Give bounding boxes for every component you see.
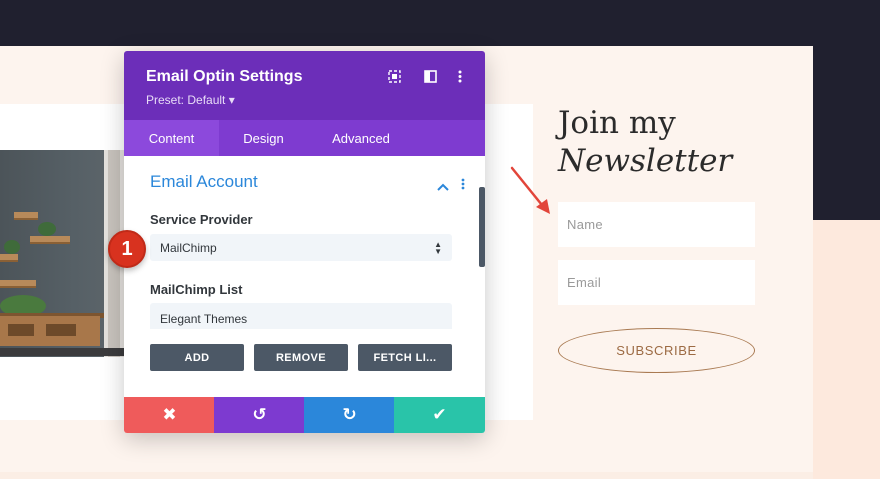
plant <box>4 240 20 254</box>
mailchimp-list-label: MailChimp List <box>150 282 243 297</box>
cabinet-slot <box>46 324 76 336</box>
red-arrow-icon <box>510 166 550 214</box>
service-provider-value: MailChimp <box>160 240 217 255</box>
tab-content[interactable]: Content <box>124 120 219 156</box>
mailchimp-list-value: Elegant Themes <box>160 312 248 326</box>
room-photo <box>0 150 124 357</box>
section-menu-icon[interactable] <box>461 177 465 193</box>
modal-title: Email Optin Settings <box>146 68 303 85</box>
mailchimp-list-select[interactable]: Elegant Themes <box>150 303 452 329</box>
wall-shelf <box>0 280 36 288</box>
service-provider-label: Service Provider <box>150 212 253 227</box>
more-vertical-icon[interactable] <box>453 68 467 84</box>
service-provider-select[interactable]: MailChimp ▲ ▼ <box>150 234 452 261</box>
split-view-icon[interactable] <box>423 68 437 84</box>
email-optin-settings-modal: Email Optin Settings Preset: Default ▾ C… <box>124 51 485 433</box>
section-title[interactable]: Email Account <box>150 172 258 192</box>
tab-advanced[interactable]: Advanced <box>308 120 414 156</box>
wall-shelf <box>0 254 18 262</box>
step-number-badge: 1 <box>108 230 146 268</box>
newsletter-heading-line2: Newsletter <box>558 143 733 179</box>
plant <box>38 222 56 236</box>
collapse-icon[interactable] <box>437 178 449 194</box>
fetch-lists-button[interactable]: FETCH LI... <box>358 344 452 371</box>
select-arrows-icon: ▲ ▼ <box>434 239 442 256</box>
email-field[interactable]: Email <box>558 260 755 305</box>
right-peach-band <box>813 220 880 479</box>
name-field[interactable]: Name <box>558 202 755 247</box>
modal-footer: ✖ ↺ ↻ ✔ <box>124 397 485 433</box>
target-icon[interactable] <box>387 68 401 84</box>
wall-shelf <box>30 236 70 244</box>
modal-tabs: Content Design Advanced <box>124 120 485 156</box>
newsletter-heading: Join my Newsletter <box>558 104 732 180</box>
preset-selector[interactable]: Preset: Default ▾ <box>146 93 235 107</box>
undo-button[interactable]: ↺ <box>214 397 305 433</box>
remove-button[interactable]: REMOVE <box>254 344 348 371</box>
redo-button[interactable]: ↻ <box>304 397 395 433</box>
floor <box>0 348 124 356</box>
cabinet-slot <box>8 324 34 336</box>
scrollbar[interactable] <box>479 187 485 267</box>
newsletter-heading-line1: Join my <box>558 105 676 141</box>
top-dark-band <box>0 0 880 46</box>
cancel-button[interactable]: ✖ <box>124 397 215 433</box>
subscribe-button[interactable]: SUBSCRIBE <box>558 328 755 373</box>
modal-body: Email Account Service Provider MailChimp… <box>124 156 485 397</box>
modal-header: Email Optin Settings Preset: Default ▾ <box>124 51 485 120</box>
save-button[interactable]: ✔ <box>394 397 485 433</box>
wall-shelf <box>14 212 38 220</box>
right-dark-band <box>813 46 880 220</box>
add-button[interactable]: ADD <box>150 344 244 371</box>
bottom-strip <box>0 472 813 479</box>
tab-design[interactable]: Design <box>219 120 308 156</box>
